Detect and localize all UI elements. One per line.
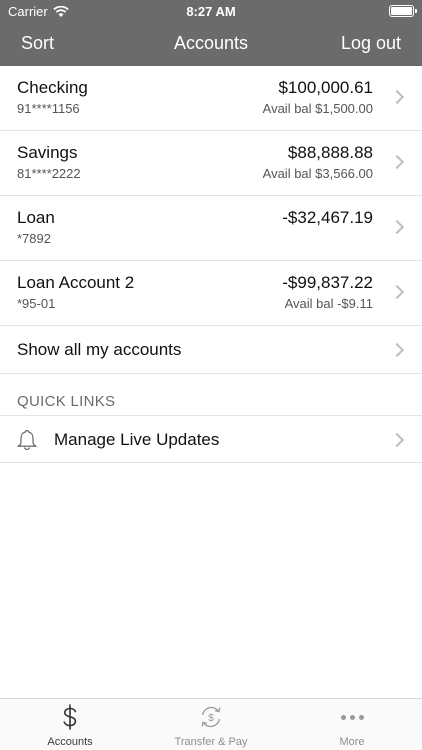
- account-balance: $100,000.61: [278, 78, 373, 97]
- account-balance: $88,888.88: [287, 143, 373, 162]
- app-header: Carrier 8:27 AM Sort Accounts Log out: [0, 0, 422, 66]
- tab-accounts[interactable]: Accounts: [0, 699, 140, 750]
- transfer-icon: $: [141, 703, 281, 731]
- account-balance: -$99,837.22: [282, 273, 373, 292]
- nav-bar: Sort Accounts Log out: [0, 22, 422, 66]
- account-name: Checking: [17, 78, 88, 97]
- account-name: Loan Account 2: [17, 273, 135, 292]
- tab-more[interactable]: More: [282, 699, 422, 750]
- battery-icon: [389, 5, 417, 17]
- account-row-loan-account-2[interactable]: Loan Account 2 *95-01 -$99,837.22 Avail …: [0, 261, 422, 326]
- chevron-right-icon: [389, 154, 405, 170]
- account-row-checking[interactable]: Checking 91****1156 $100,000.61 Avail ba…: [0, 66, 422, 131]
- tab-label: Transfer & Pay: [174, 736, 248, 748]
- status-bar: Carrier 8:27 AM: [0, 0, 422, 22]
- available-balance: Avail bal $3,566.00: [262, 166, 373, 181]
- tab-label: Accounts: [47, 736, 93, 748]
- chevron-right-icon: [389, 219, 405, 235]
- tab-label: More: [339, 736, 365, 748]
- more-icon: [282, 703, 422, 731]
- logout-button[interactable]: Log out: [341, 33, 401, 54]
- account-name: Savings: [17, 143, 78, 162]
- show-all-label: Show all my accounts: [17, 340, 182, 359]
- show-all-accounts-row[interactable]: Show all my accounts: [0, 326, 422, 374]
- available-balance: Avail bal $1,500.00: [262, 101, 373, 116]
- svg-text:$: $: [208, 713, 214, 724]
- accounts-list: Checking 91****1156 $100,000.61 Avail ba…: [0, 66, 422, 374]
- account-number: 81****2222: [17, 166, 81, 181]
- quick-link-label: Manage Live Updates: [54, 430, 220, 449]
- chevron-right-icon: [389, 342, 405, 358]
- account-row-savings[interactable]: Savings 81****2222 $88,888.88 Avail bal …: [0, 131, 422, 196]
- available-balance: Avail bal -$9.11: [284, 296, 373, 311]
- status-time: 8:27 AM: [186, 4, 236, 19]
- tab-bar: Accounts $ Transfer & Pay More: [0, 698, 422, 750]
- account-number: *7892: [17, 231, 51, 246]
- account-name: Loan: [17, 208, 55, 227]
- account-row-loan[interactable]: Loan *7892 -$32,467.19: [0, 196, 422, 261]
- bell-icon: [17, 429, 37, 450]
- chevron-right-icon: [389, 284, 405, 300]
- tab-transfer-pay[interactable]: $ Transfer & Pay: [141, 699, 281, 750]
- account-balance: -$32,467.19: [282, 208, 373, 227]
- quick-links-header: QUICK LINKS: [17, 393, 116, 410]
- account-number: *95-01: [17, 296, 56, 311]
- dollar-icon: [0, 703, 140, 731]
- account-number: 91****1156: [17, 101, 80, 116]
- quick-link-manage-live-updates[interactable]: Manage Live Updates: [0, 415, 422, 463]
- chevron-right-icon: [389, 89, 405, 105]
- chevron-right-icon: [389, 432, 405, 448]
